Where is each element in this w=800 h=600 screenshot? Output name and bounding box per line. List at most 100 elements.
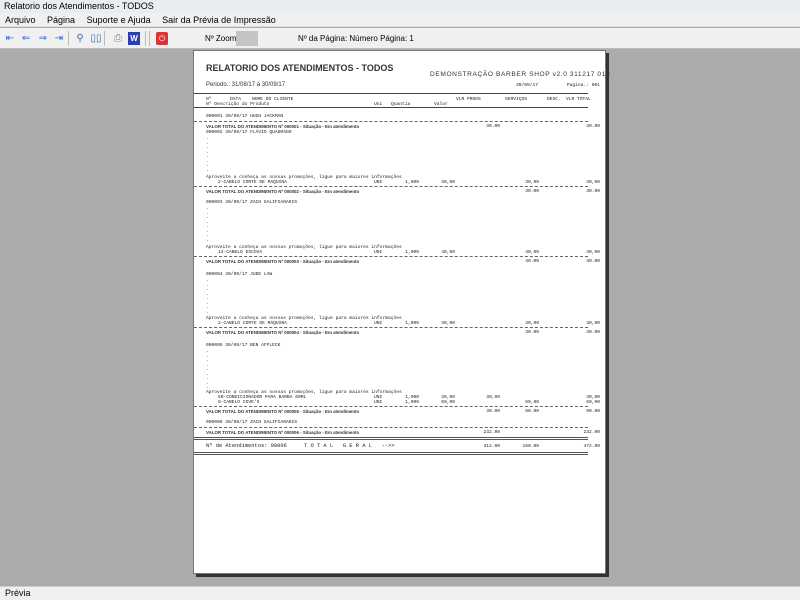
dashed-divider bbox=[194, 256, 588, 257]
total-value: 30.00 bbox=[586, 124, 600, 129]
word-export-icon[interactable]: W bbox=[128, 32, 140, 45]
services-value: 160.00 bbox=[522, 444, 539, 449]
toolbar-separator bbox=[68, 31, 69, 46]
spacer-dot: . bbox=[206, 167, 209, 173]
dashed-divider bbox=[194, 186, 588, 187]
item-description: 13-CABELO ESCOVA bbox=[218, 250, 263, 255]
total-value: 232.00 bbox=[583, 430, 600, 435]
services-value: 40,00 bbox=[525, 250, 539, 255]
exit-icon[interactable]: ⏻ bbox=[156, 32, 168, 45]
quantity: 1,000 bbox=[405, 250, 419, 255]
attendance-total-label: VALOR TOTAL DO ATENDIMENTO Nº 000006 - S… bbox=[206, 430, 360, 435]
total-value: 30,00 bbox=[586, 180, 600, 185]
services-value: 60,00 bbox=[525, 400, 539, 405]
toolbar: ⇤ ⇐ ⇒ ⇥ ⚲ ▯▯ ⎙ W ⏻ Nº Zoom Nº da Página: Número Pá… bbox=[0, 28, 800, 49]
services-value: 30,00 bbox=[525, 180, 539, 185]
page-number-label: Nº da Página: Número Página: 1 bbox=[298, 34, 414, 43]
attendance-total-label: VALOR TOTAL DO ATENDIMENTO Nº 000001 - S… bbox=[206, 124, 360, 129]
attendance-header: 000006 30/09/17 ZACH GALIFIANAKIS bbox=[206, 420, 297, 425]
report-page: RELATORIO DOS ATENDIMENTOS - TODOS DEMONS… bbox=[193, 50, 610, 574]
book-view-icon[interactable]: ▯▯ bbox=[90, 32, 102, 45]
attendance-total-label: VALOR TOTAL DO ATENDIMENTO Nº 000004 - S… bbox=[206, 330, 360, 335]
double-divider bbox=[194, 437, 588, 440]
uni: UNI bbox=[374, 250, 383, 255]
spacer-dot: . bbox=[206, 309, 209, 315]
prods-value: 312.00 bbox=[483, 444, 500, 449]
dashed-divider bbox=[194, 427, 588, 428]
attendance-count: Nº de Atendimentos: 00006 bbox=[206, 443, 287, 449]
prev-page-icon[interactable]: ⇐ bbox=[20, 32, 32, 45]
last-page-icon[interactable]: ⇥ bbox=[53, 32, 65, 45]
prods-value: 30.00 bbox=[486, 124, 500, 129]
total-value: 90.00 bbox=[586, 409, 600, 414]
status-bar: Prévia bbox=[0, 586, 800, 600]
col-services: SERVIÇOS bbox=[505, 97, 528, 102]
print-icon[interactable]: ⎙ bbox=[112, 32, 124, 45]
attendance-header: 000003 30/09/17 ZACH GALIFIANAKIS bbox=[206, 200, 297, 205]
total-value: 40,00 bbox=[586, 250, 600, 255]
next-page-icon[interactable]: ⇒ bbox=[37, 32, 49, 45]
menu-pagina[interactable]: Página bbox=[47, 15, 79, 25]
toolbar-separator bbox=[149, 31, 150, 46]
total-value: 40.00 bbox=[586, 259, 600, 264]
quantity: 1,000 bbox=[405, 400, 419, 405]
prods-value: 30.00 bbox=[486, 409, 500, 414]
report-title: RELATORIO DOS ATENDIMENTOS - TODOS bbox=[206, 63, 394, 73]
value: 40,00 bbox=[441, 250, 455, 255]
spacer-dot: . bbox=[206, 237, 209, 243]
total-value: 30.00 bbox=[586, 330, 600, 335]
col-prods: VLR PRODS bbox=[456, 97, 481, 102]
zoom-icon[interactable]: ⚲ bbox=[74, 32, 86, 45]
zoom-label: Nº Zoom bbox=[205, 34, 237, 43]
total-value: 60,00 bbox=[586, 400, 600, 405]
zoom-input[interactable] bbox=[236, 31, 258, 46]
services-value: 30.00 bbox=[525, 189, 539, 194]
col-total: VLR TOTAL bbox=[566, 97, 591, 102]
double-divider bbox=[194, 452, 588, 455]
company-name: DEMONSTRAÇÃO BARBER SHOP v2.0 311217 010 bbox=[430, 71, 611, 78]
divider bbox=[194, 107, 588, 108]
toolbar-separator bbox=[145, 31, 146, 46]
menu-sair-previa[interactable]: Sair da Prévia de Impressão bbox=[162, 15, 280, 25]
report-period: Periodo.: 31/08/17 à 30/09/17 bbox=[206, 82, 286, 88]
attendance-header: 000001 30/09/17 HUGH JACKMAN bbox=[206, 114, 284, 119]
uni: UNI bbox=[374, 321, 383, 326]
attendance-total-label: VALOR TOTAL DO ATENDIMENTO Nº 000003 - S… bbox=[206, 259, 360, 264]
total-value: 30.00 bbox=[586, 189, 600, 194]
uni: UNI bbox=[374, 180, 383, 185]
window-title: Relatorio dos Atendimentos - TODOS bbox=[0, 0, 800, 13]
total-value: 30,00 bbox=[586, 321, 600, 326]
quantity: 1,000 bbox=[405, 321, 419, 326]
quantity: 1,000 bbox=[405, 180, 419, 185]
services-value: 30,00 bbox=[525, 321, 539, 326]
col-desc-discount: DESC. bbox=[547, 97, 561, 102]
attendance-header: 000005 30/09/17 BEN AFFLECK bbox=[206, 343, 281, 348]
dashed-divider bbox=[194, 327, 588, 328]
first-page-icon[interactable]: ⇤ bbox=[4, 32, 16, 45]
prods-value: 30,00 bbox=[486, 395, 500, 400]
prods-value: 232.00 bbox=[483, 430, 500, 435]
attendance-total-label: VALOR TOTAL DO ATENDIMENTO Nº 000002 - S… bbox=[206, 189, 360, 194]
attendance-total-label: VALOR TOTAL DO ATENDIMENTO Nº 000005 - S… bbox=[206, 409, 360, 414]
value: 30,00 bbox=[441, 180, 455, 185]
item-description: 2-CABELO CORTE DE MÁQUINA bbox=[218, 321, 287, 326]
menu-bar: Arquivo Página Suporte e Ajuda Sair da P… bbox=[0, 13, 800, 27]
item-description: 6-CABELO COVE'S bbox=[218, 400, 260, 405]
item-description: 2-CABELO CORTE DE MÁQUINA bbox=[218, 180, 287, 185]
dashed-divider bbox=[194, 406, 588, 407]
report-page-number: Pagina.: 001 bbox=[566, 83, 600, 88]
uni: UNI bbox=[374, 400, 383, 405]
grand-total-label: T O T A L G E R A L -->> bbox=[304, 443, 395, 449]
attendance-header: 000004 30/09/17 JUDE LAW bbox=[206, 272, 273, 277]
value: 30,00 bbox=[441, 321, 455, 326]
services-value: 40.00 bbox=[525, 259, 539, 264]
services-value: 30.00 bbox=[525, 330, 539, 335]
dashed-divider bbox=[194, 121, 588, 122]
toolbar-separator bbox=[104, 31, 105, 46]
divider bbox=[194, 93, 588, 94]
menu-arquivo[interactable]: Arquivo bbox=[5, 15, 40, 25]
attendance-header: 000002 30/09/17 FLÁVIO QUADRADO bbox=[206, 130, 292, 135]
services-value: 60.00 bbox=[525, 409, 539, 414]
value: 60,00 bbox=[441, 400, 455, 405]
menu-suporte[interactable]: Suporte e Ajuda bbox=[87, 15, 155, 25]
